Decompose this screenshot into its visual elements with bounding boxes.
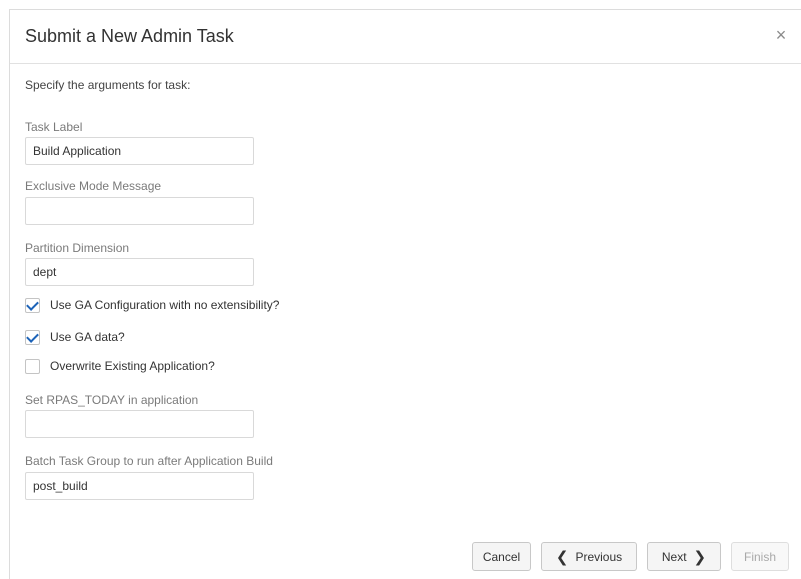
chevron-left-icon: ❮ (555, 548, 569, 566)
ga-data-checkbox[interactable] (25, 329, 40, 345)
rpas-today-input[interactable] (25, 410, 254, 438)
finish-button[interactable]: Finish (731, 542, 789, 571)
ga-config-checkbox-row[interactable]: Use GA Configuration with no extensibili… (25, 296, 279, 314)
dialog-header: Submit a New Admin Task × (10, 10, 801, 64)
rpas-today-label: Set RPAS_TODAY in application (25, 393, 199, 407)
admin-task-dialog: Submit a New Admin Task × Specify the ar… (9, 9, 801, 579)
chevron-right-icon: ❯ (693, 548, 707, 566)
dialog-title: Submit a New Admin Task (25, 26, 234, 46)
instruction-text: Specify the arguments for task: (25, 78, 191, 92)
ga-config-label: Use GA Configuration with no extensibili… (50, 298, 280, 312)
exclusive-mode-message-input[interactable] (25, 197, 254, 225)
previous-button[interactable]: ❮ Previous (541, 542, 637, 571)
batch-task-group-label: Batch Task Group to run after Applicatio… (25, 454, 273, 468)
partition-dimension-input[interactable] (25, 258, 254, 286)
partition-dimension-label: Partition Dimension (25, 241, 130, 255)
finish-button-label: Finish (743, 549, 776, 564)
exclusive-mode-message-label: Exclusive Mode Message (25, 179, 162, 193)
close-icon[interactable]: × (771, 25, 791, 45)
overwrite-checkbox[interactable] (25, 358, 40, 374)
overwrite-checkbox-row[interactable]: Overwrite Existing Application? (25, 357, 215, 375)
task-label-label: Task Label (25, 120, 83, 134)
cancel-button[interactable]: Cancel (472, 542, 531, 571)
next-button[interactable]: Next ❯ (647, 542, 721, 571)
overwrite-label: Overwrite Existing Application? (50, 359, 215, 373)
ga-config-checkbox[interactable] (25, 297, 40, 313)
task-label-input[interactable] (25, 137, 254, 165)
cancel-button-label: Cancel (482, 549, 521, 564)
ga-data-checkbox-row[interactable]: Use GA data? (25, 328, 125, 346)
previous-button-label: Previous (575, 549, 623, 564)
ga-data-label: Use GA data? (50, 330, 125, 344)
next-button-label: Next (661, 549, 687, 564)
batch-task-group-input[interactable] (25, 472, 254, 500)
